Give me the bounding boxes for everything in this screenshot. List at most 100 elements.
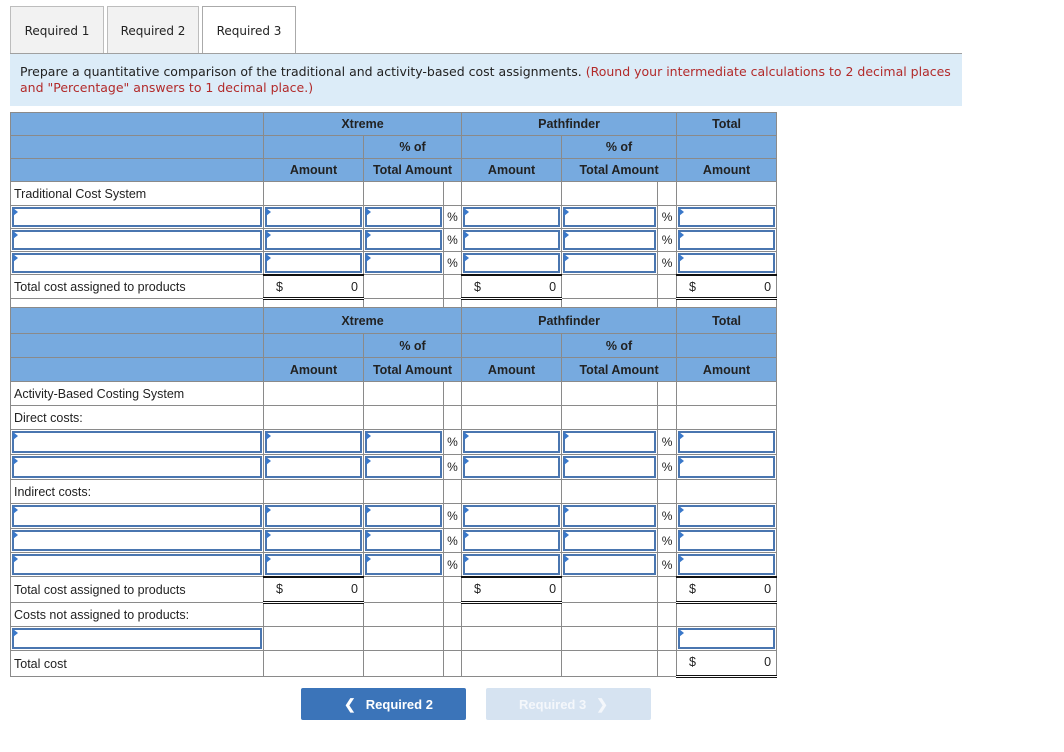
cost-label-input[interactable]	[10, 251, 264, 275]
xtreme-amount-input[interactable]	[263, 503, 364, 529]
empty-cell	[442, 479, 463, 504]
xtreme-pct-input[interactable]	[363, 228, 444, 252]
empty-cell	[263, 181, 364, 206]
xtreme-amount-input[interactable]	[263, 228, 364, 252]
empty-cell	[442, 181, 463, 206]
table-row: % %	[10, 528, 778, 553]
empty-cell	[363, 479, 444, 504]
pathfinder-amount-input[interactable]	[461, 228, 563, 252]
total-amount-input[interactable]	[676, 251, 778, 275]
xtreme-pct-input[interactable]	[363, 454, 444, 480]
tab-required-3[interactable]: Required 3	[202, 6, 296, 55]
percent-sign: %	[657, 503, 678, 529]
header-blank	[461, 333, 563, 358]
empty-cell	[363, 181, 444, 206]
total-amount-input[interactable]	[676, 429, 778, 455]
header-amount: Amount	[263, 357, 364, 382]
table-row: % %	[10, 429, 778, 455]
not-assigned-amount-input[interactable]	[676, 626, 778, 651]
empty-cell	[461, 381, 563, 406]
header-amount: Amount	[676, 158, 778, 182]
percent-sign: %	[442, 454, 463, 480]
abc-cost-table: Xtreme Pathfinder Total % of % of Amount…	[10, 307, 778, 678]
pathfinder-pct-input[interactable]	[561, 552, 659, 577]
tab-required-2[interactable]: Required 2	[107, 6, 199, 54]
empty-cell	[442, 650, 463, 677]
total-amount-input[interactable]	[676, 454, 778, 480]
xtreme-pct-input[interactable]	[363, 528, 444, 553]
cost-label-input[interactable]	[10, 228, 264, 252]
prev-required-button[interactable]: ❮ Required 2	[301, 688, 466, 720]
header-xtreme: Xtreme	[262, 112, 463, 136]
total-amount-input[interactable]	[676, 228, 778, 252]
pathfinder-pct-input[interactable]	[561, 503, 659, 529]
empty-cell	[657, 181, 678, 206]
not-assigned-label-input[interactable]	[10, 626, 264, 651]
percent-sign: %	[442, 228, 463, 252]
xtreme-amount-input[interactable]	[263, 205, 364, 229]
pathfinder-pct-input[interactable]	[561, 528, 659, 553]
cost-label-input[interactable]	[10, 454, 264, 480]
chevron-left-icon: ❮	[344, 695, 356, 712]
xtreme-pct-input[interactable]	[363, 251, 444, 275]
empty-cell	[561, 650, 659, 677]
currency-symbol: $	[276, 581, 283, 596]
total-amount-input[interactable]	[676, 503, 778, 529]
indirect-costs-label: Indirect costs:	[10, 479, 264, 504]
xtreme-amount-input[interactable]	[263, 528, 364, 553]
xtreme-amount-input[interactable]	[263, 454, 364, 480]
total-amount-input[interactable]	[676, 552, 778, 577]
next-required-button[interactable]: Required 3 ❯	[486, 688, 651, 720]
total-amount-input[interactable]	[676, 205, 778, 229]
cost-label-input[interactable]	[10, 552, 264, 577]
empty-cell	[263, 650, 364, 677]
pathfinder-pct-input[interactable]	[561, 429, 659, 455]
section-label: Activity-Based Costing System	[10, 381, 264, 406]
pathfinder-pct-input[interactable]	[561, 454, 659, 480]
total-row: Total cost assigned to products $0 $0 $0	[10, 273, 778, 300]
xtreme-pct-input[interactable]	[363, 205, 444, 229]
empty-cell	[461, 479, 563, 504]
cost-label-input[interactable]	[10, 528, 264, 553]
pathfinder-amount-input[interactable]	[461, 454, 563, 480]
header-total: Total	[676, 112, 778, 136]
header-pct-of: % of	[362, 135, 463, 159]
pathfinder-amount-input[interactable]	[461, 552, 563, 577]
empty-cell	[561, 626, 659, 651]
cost-label-input[interactable]	[10, 205, 264, 229]
percent-sign: %	[657, 228, 678, 252]
currency-symbol: $	[276, 279, 283, 294]
pathfinder-amount-input[interactable]	[461, 205, 563, 229]
prev-button-label: Required 2	[365, 696, 433, 712]
header-blank	[10, 135, 264, 159]
total-cost-value: 0	[764, 655, 772, 669]
pathfinder-amount-input[interactable]	[461, 503, 563, 529]
xtreme-amount-input[interactable]	[263, 552, 364, 577]
pathfinder-pct-input[interactable]	[561, 205, 659, 229]
xtreme-amount-input[interactable]	[263, 251, 364, 275]
percent-sign: %	[657, 429, 678, 455]
header-amount: Amount	[263, 158, 364, 182]
percent-sign: %	[657, 552, 678, 577]
xtreme-pct-input[interactable]	[363, 552, 444, 577]
pathfinder-amount-input[interactable]	[461, 251, 563, 275]
header-blank	[10, 112, 264, 136]
pathfinder-pct-input[interactable]	[561, 228, 659, 252]
total-amount-input[interactable]	[676, 528, 778, 553]
empty-cell	[657, 479, 678, 504]
empty-cell	[263, 405, 364, 430]
xtreme-pct-input[interactable]	[363, 429, 444, 455]
header-pathfinder: Pathfinder	[461, 112, 678, 136]
xtreme-amount-input[interactable]	[263, 429, 364, 455]
tab-required-1[interactable]: Required 1	[10, 6, 104, 54]
pathfinder-amount-input[interactable]	[461, 429, 563, 455]
xtreme-pct-input[interactable]	[363, 503, 444, 529]
empty-cell	[561, 274, 659, 299]
cost-label-input[interactable]	[10, 429, 264, 455]
empty-cell	[442, 381, 463, 406]
empty-cell	[657, 405, 678, 430]
pathfinder-amount-input[interactable]	[461, 528, 563, 553]
pathfinder-pct-input[interactable]	[561, 251, 659, 275]
table-row: % %	[10, 552, 778, 577]
cost-label-input[interactable]	[10, 503, 264, 529]
